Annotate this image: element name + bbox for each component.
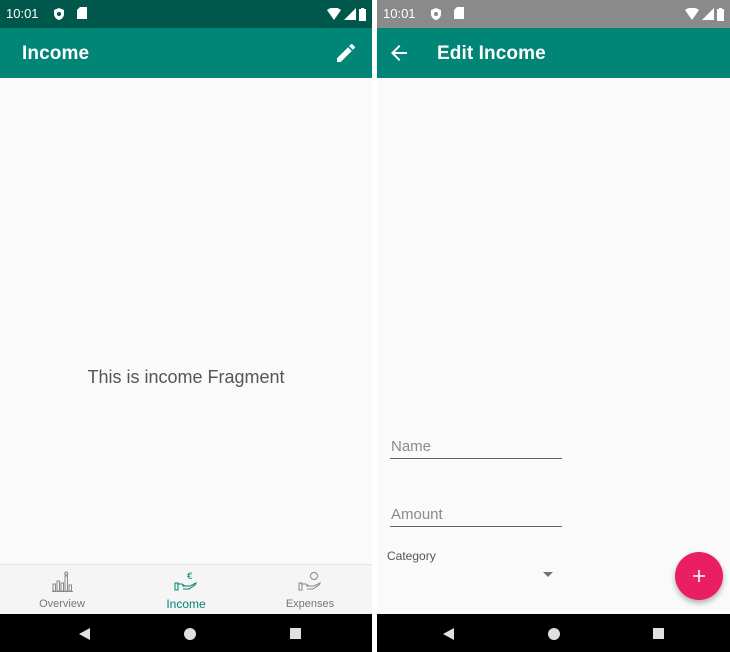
name-field — [390, 438, 563, 459]
system-back-icon[interactable] — [79, 628, 90, 640]
wifi-icon — [685, 8, 699, 20]
shield-icon — [431, 8, 441, 20]
page-title: Income — [22, 43, 90, 64]
status-time: 10:01 — [383, 6, 416, 21]
edit-income-screen: 10:01 Edit Income Category — [377, 0, 730, 652]
battery-icon — [359, 7, 366, 21]
app-bar: Income — [0, 28, 372, 78]
system-recents-icon[interactable] — [653, 628, 664, 639]
system-navigation-bar — [377, 614, 730, 652]
amount-field — [390, 506, 563, 527]
system-navigation-bar — [0, 614, 372, 652]
nav-label-expenses: Expenses — [285, 598, 335, 610]
name-input[interactable] — [390, 438, 563, 458]
app-bar: Edit Income — [377, 28, 730, 78]
edit-pencil-icon[interactable] — [334, 41, 358, 65]
add-fab-button[interactable] — [675, 552, 723, 600]
system-home-icon[interactable] — [184, 628, 196, 640]
arrow-back-icon[interactable] — [387, 41, 411, 65]
sd-card-icon — [77, 7, 87, 19]
shield-icon — [54, 8, 64, 20]
battery-icon — [717, 7, 724, 21]
euro-hand-icon: € — [174, 572, 198, 591]
system-home-icon[interactable] — [548, 628, 560, 640]
nav-item-expenses[interactable]: Expenses — [248, 565, 372, 615]
system-back-icon[interactable] — [443, 628, 454, 640]
svg-text:€: € — [187, 572, 193, 582]
nav-item-income[interactable]: € Income — [124, 565, 248, 615]
dropdown-arrow-icon — [543, 572, 553, 577]
bottom-navigation: Overview € Income Expenses — [0, 564, 372, 615]
bar-chart-icon — [52, 571, 73, 592]
page-title: Edit Income — [437, 43, 546, 64]
wifi-icon — [327, 8, 341, 20]
signal-icon — [344, 8, 356, 20]
amount-input[interactable] — [390, 506, 563, 526]
income-screen: 10:01 Income This is income Fragment Ove… — [0, 0, 372, 652]
category-label: Category — [387, 549, 436, 563]
status-time: 10:01 — [6, 6, 39, 21]
dollar-hand-icon — [298, 572, 322, 591]
nav-label-overview: Overview — [39, 598, 85, 610]
fragment-placeholder-text: This is income Fragment — [87, 367, 285, 387]
plus-icon — [693, 570, 705, 582]
status-bar: 10:01 — [0, 0, 372, 28]
nav-item-overview[interactable]: Overview — [0, 565, 124, 615]
signal-icon — [702, 8, 714, 20]
nav-label-income: Income — [166, 597, 206, 611]
category-dropdown[interactable] — [387, 564, 553, 586]
status-bar: 10:01 — [377, 0, 730, 28]
system-recents-icon[interactable] — [290, 628, 301, 639]
sd-card-icon — [454, 7, 464, 19]
